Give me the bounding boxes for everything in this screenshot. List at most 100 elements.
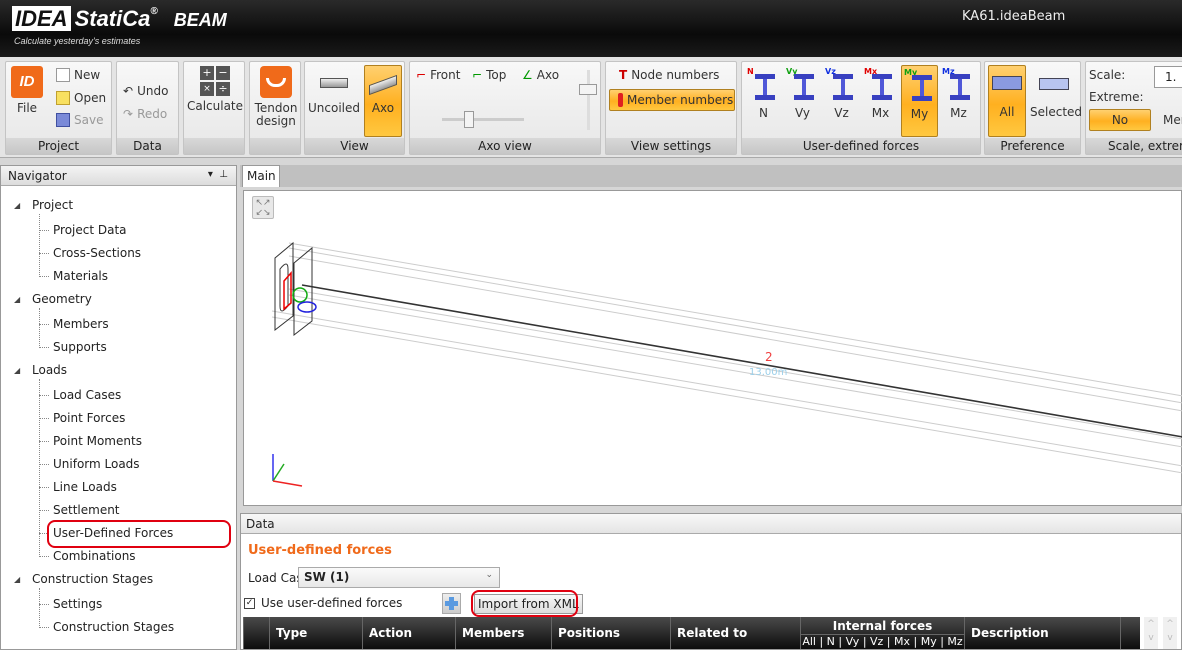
new-file-icon [56, 68, 70, 82]
column-description[interactable]: Description [964, 617, 1120, 649]
open-button[interactable]: Open [56, 91, 106, 105]
tab-main[interactable]: Main [242, 165, 280, 187]
members-option[interactable]: Mer [1163, 113, 1182, 127]
nav-item-construction-stages[interactable]: Construction Stages [38, 620, 174, 634]
chevron-down-icon: ⌄ [485, 570, 493, 580]
redo-icon: ↷ [123, 107, 134, 121]
nav-item-line-loads[interactable]: Line Loads [39, 480, 117, 494]
uncoiled-button[interactable]: Uncoiled [307, 66, 361, 115]
force-button-vy[interactable]: Vy Vy [784, 65, 821, 137]
file-button[interactable]: ID File [8, 66, 46, 115]
nav-item-point-moments[interactable]: Point Moments [39, 434, 142, 448]
group-label: Scale, extrem [1086, 138, 1182, 154]
force-button-n[interactable]: NN [745, 65, 782, 137]
nav-group-construction-stages[interactable]: Construction Stages [14, 572, 153, 586]
force-label: My [910, 107, 929, 121]
filler-column [1120, 617, 1140, 649]
highlight-active-item [47, 520, 231, 548]
nav-item-settlement[interactable]: Settlement [39, 503, 120, 517]
group-view: Uncoiled Axo View [304, 61, 405, 155]
all-button[interactable]: All [988, 65, 1026, 137]
node-icon: T [619, 68, 628, 82]
nav-group-geometry[interactable]: Geometry [14, 292, 92, 306]
add-force-button[interactable] [442, 593, 461, 614]
column-type[interactable]: Type [269, 617, 362, 649]
calculate-button[interactable]: + − × ÷ Calculate [186, 66, 244, 113]
nav-item-load-cases[interactable]: Load Cases [38, 388, 121, 402]
column-related-to[interactable]: Related to [670, 617, 800, 649]
save-icon [56, 113, 70, 127]
axo-axis-icon: ∠ [522, 68, 533, 82]
group-label: Project [6, 138, 111, 154]
tree-line [39, 308, 40, 348]
title-bar: IDEA StatiCa® BEAM Calculate yesterday's e… [0, 0, 1182, 57]
vertical-rotation-slider[interactable] [579, 70, 597, 130]
scale-label: Scale: [1089, 68, 1126, 82]
nav-item-members[interactable]: Members [39, 317, 109, 331]
force-button-mz[interactable]: Mz Mz [940, 65, 977, 137]
table-scrollbar[interactable]: ^ v [1144, 617, 1158, 649]
cross-section-icon [274, 241, 313, 337]
slider-thumb[interactable] [464, 111, 474, 128]
nav-item-combinations[interactable]: Combinations [39, 549, 136, 563]
redo-button[interactable]: ↷ Redo [123, 107, 167, 121]
save-button[interactable]: Save [56, 113, 103, 127]
column-action[interactable]: Action [362, 617, 455, 649]
support-y-icon [292, 287, 308, 303]
group-label: Axo view [410, 138, 600, 154]
nav-group-loads[interactable]: Loads [14, 363, 67, 377]
nav-item-cross-sections[interactable]: Cross-Sections [38, 246, 141, 260]
column-members[interactable]: Members [455, 617, 551, 649]
pin-icon[interactable]: ▾ ⊥ [208, 169, 228, 180]
calculator-icon: + − × ÷ [200, 66, 230, 96]
undo-button[interactable]: ↶ Undo [123, 84, 168, 98]
group-preference: All Selected Preference [984, 61, 1082, 155]
node-numbers-toggle[interactable]: T Node numbers [619, 68, 719, 82]
nav-group-project[interactable]: Project [14, 198, 73, 212]
selected-button[interactable]: Selected [1030, 66, 1082, 119]
3d-viewport[interactable]: ↖↗ ↙↘ 2 13.00m [243, 190, 1182, 506]
axo-view-button[interactable]: Axo [364, 65, 402, 137]
column-positions[interactable]: Positions [551, 617, 650, 649]
group-scale-extreme: Scale: 1. Extreme: No Mer Scale, extrem [1085, 61, 1182, 155]
member-numbers-toggle[interactable]: Member numbers [609, 89, 735, 111]
column-internal-forces[interactable]: Internal forces All | N | Vy | Vz | Mx |… [800, 617, 964, 649]
load-case-select[interactable]: SW (1) ⌄ [298, 567, 500, 588]
all-members-icon [992, 76, 1022, 90]
tagline: Calculate yesterday's estimates [14, 36, 141, 46]
internal-forces-subheader: All | N | Vy | Vz | Mx | My | Mz [801, 634, 964, 648]
nav-item-materials[interactable]: Materials [38, 269, 108, 283]
folder-icon [56, 91, 70, 105]
group-label: Data [117, 138, 178, 154]
group-user-defined-forces: N N Vy Vy Vz Vz Mx Mx My My Mz Mz User-defined forc… [741, 61, 981, 155]
force-button-mx[interactable]: Mx Mx [862, 65, 899, 137]
force-button-vz[interactable]: Vz Vz [823, 65, 860, 137]
i-beam-force-icon: My [902, 66, 937, 108]
member-axis-line [301, 284, 1182, 438]
nav-item-settings[interactable]: Settings [38, 597, 102, 611]
new-button[interactable]: New [56, 68, 100, 82]
nav-item-project-data[interactable]: Project Data [39, 223, 127, 237]
top-view-button[interactable]: ⌐ Top [472, 68, 506, 82]
nav-item-uniform-loads[interactable]: Uniform Loads [39, 457, 140, 471]
group-calculate: + − × ÷ Calculate [183, 61, 245, 155]
slider-thumb[interactable] [579, 84, 597, 95]
force-button-my[interactable]: My My [901, 65, 938, 137]
forces-table-header: Type Action Members Positions Related to… [243, 617, 1140, 649]
use-forces-checkbox[interactable]: ✓ [244, 598, 255, 609]
scale-input[interactable]: 1. [1154, 66, 1182, 88]
file-label: File [16, 101, 38, 115]
group-label: Preference [985, 138, 1080, 154]
i-beam-force-icon: N [745, 65, 782, 107]
group-label: View settings [606, 138, 736, 154]
extreme-toggle[interactable]: No [1089, 109, 1151, 131]
panel-scrollbar[interactable]: ^ v [1163, 617, 1177, 649]
nav-item-point-forces[interactable]: Point Forces [38, 411, 125, 425]
axo-view-angle-button[interactable]: ∠ Axo [522, 68, 559, 82]
i-beam-force-icon: Mx [862, 65, 899, 107]
nav-item-supports[interactable]: Supports [39, 340, 107, 354]
front-view-button[interactable]: ⌐ Front [416, 68, 460, 82]
member-icon [618, 93, 623, 107]
horizontal-rotation-slider[interactable] [442, 111, 524, 128]
tendon-design-button[interactable]: Tendon design [252, 66, 300, 128]
